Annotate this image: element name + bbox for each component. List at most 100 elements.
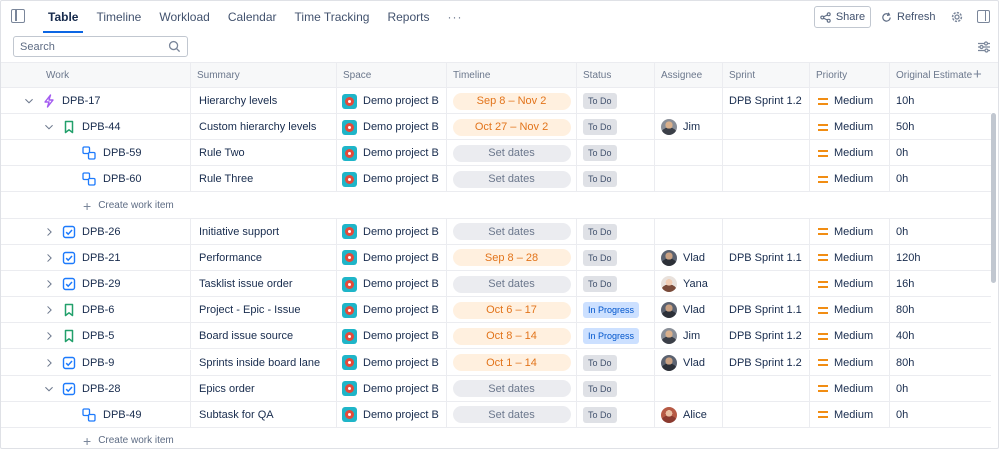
status-badge[interactable]: To Do (583, 249, 617, 266)
work-item-key[interactable]: DPB-21 (82, 245, 121, 271)
sprint-cell[interactable] (723, 218, 810, 245)
set-dates-button[interactable]: Set dates (452, 406, 571, 424)
column-header-assignee[interactable]: Assignee (655, 63, 723, 88)
space-cell[interactable]: Demo project B (337, 297, 447, 324)
tab-time-tracking[interactable]: Time Tracking (286, 1, 379, 33)
assignee-cell[interactable]: Jim (655, 114, 723, 141)
space-cell[interactable]: Demo project B (337, 323, 447, 350)
assignee-cell[interactable] (655, 166, 723, 193)
search-input[interactable]: Search (13, 36, 188, 57)
work-item-key[interactable]: DPB-44 (82, 114, 121, 140)
summary-cell[interactable]: Sprints inside board lane (191, 349, 337, 376)
tab-workload[interactable]: Workload (150, 1, 218, 33)
priority-cell[interactable]: Medium (810, 218, 890, 245)
timeline-date-range[interactable]: Oct 1 – 14 (452, 354, 571, 371)
assignee-cell[interactable] (655, 375, 723, 402)
space-cell[interactable]: Demo project B (337, 218, 447, 245)
sprint-cell[interactable]: DPB Sprint 1.2 (723, 323, 810, 350)
summary-cell[interactable]: Epics order (191, 375, 337, 402)
assignee-cell[interactable] (655, 140, 723, 167)
space-cell[interactable]: Demo project B (337, 271, 447, 298)
summary-cell[interactable]: Tasklist issue order (191, 271, 337, 298)
chevron-right-icon[interactable] (44, 305, 54, 315)
chevron-right-icon[interactable] (44, 279, 54, 289)
set-dates-button[interactable]: Set dates (452, 380, 571, 398)
work-item-key[interactable]: DPB-49 (103, 402, 142, 428)
priority-cell[interactable]: Medium (810, 88, 890, 114)
timeline-date-range[interactable]: Oct 6 – 17 (452, 301, 571, 319)
tab-table[interactable]: Table (39, 1, 87, 33)
add-column-icon[interactable]: + (973, 67, 982, 82)
priority-cell[interactable]: Medium (810, 244, 890, 271)
column-header-space[interactable]: Space (337, 63, 447, 88)
original-estimate-cell[interactable]: 0h (890, 166, 982, 192)
original-estimate-cell[interactable]: 0h (890, 402, 982, 428)
tab-more-menu[interactable]: ··· (438, 1, 471, 33)
column-header-priority[interactable]: Priority (810, 63, 890, 88)
set-dates-button[interactable]: Set dates (452, 144, 571, 162)
original-estimate-cell[interactable]: 0h (890, 219, 982, 245)
priority-cell[interactable]: Medium (810, 349, 890, 376)
status-badge[interactable]: To Do (583, 406, 617, 423)
assignee-cell[interactable]: Vlad (655, 349, 723, 376)
side-panel-icon[interactable] (977, 10, 990, 23)
work-item-key[interactable]: DPB-28 (82, 376, 121, 402)
priority-cell[interactable]: Medium (810, 375, 890, 402)
sprint-cell[interactable] (723, 166, 810, 193)
priority-cell[interactable]: Medium (810, 401, 890, 428)
work-item-key[interactable]: DPB-26 (82, 219, 121, 245)
original-estimate-cell[interactable]: 80h (890, 350, 982, 376)
priority-cell[interactable]: Medium (810, 114, 890, 141)
sprint-cell[interactable]: DPB Sprint 1.1 (723, 244, 810, 271)
column-header-original-estimate[interactable]: Original Estimate (890, 63, 972, 88)
work-item-key[interactable]: DPB-59 (103, 140, 142, 166)
tab-reports[interactable]: Reports (378, 1, 438, 33)
tab-calendar[interactable]: Calendar (219, 1, 286, 33)
summary-cell[interactable]: Hierarchy levels (191, 88, 337, 114)
set-dates-button[interactable]: Set dates (452, 223, 571, 241)
work-item-key[interactable]: DPB-60 (103, 166, 142, 192)
sprint-cell[interactable] (723, 375, 810, 402)
original-estimate-cell[interactable]: 40h (890, 323, 982, 349)
space-cell[interactable]: Demo project B (337, 166, 447, 193)
create-work-item-row[interactable]: + Create work item (1, 428, 991, 448)
status-badge[interactable]: To Do (583, 354, 617, 371)
column-header-work[interactable]: Work (1, 63, 191, 88)
space-cell[interactable]: Demo project B (337, 375, 447, 402)
column-header-timeline[interactable]: Timeline (447, 63, 577, 88)
work-item-key[interactable]: DPB-9 (82, 350, 114, 376)
gear-icon[interactable] (950, 10, 964, 24)
chevron-right-icon[interactable] (44, 358, 54, 368)
create-work-item-row[interactable]: + Create work item (1, 193, 991, 219)
assignee-cell[interactable] (655, 88, 723, 114)
sprint-cell[interactable]: DPB Sprint 1.2 (723, 88, 810, 114)
summary-cell[interactable]: Performance (191, 244, 337, 271)
original-estimate-cell[interactable]: 10h (890, 88, 982, 114)
priority-cell[interactable]: Medium (810, 140, 890, 167)
chevron-down-icon[interactable] (44, 384, 54, 394)
status-badge[interactable]: To Do (583, 93, 617, 109)
column-header-summary[interactable]: Summary (191, 63, 337, 88)
assignee-cell[interactable]: Vlad (655, 244, 723, 271)
space-cell[interactable]: Demo project B (337, 349, 447, 376)
vertical-scrollbar[interactable] (991, 113, 996, 283)
timeline-date-range[interactable]: Sep 8 – Nov 2 (452, 92, 571, 110)
priority-cell[interactable]: Medium (810, 323, 890, 350)
share-button[interactable]: Share (814, 6, 871, 28)
summary-cell[interactable]: Subtask for QA (191, 401, 337, 428)
summary-cell[interactable]: Board issue source (191, 323, 337, 350)
sprint-cell[interactable]: DPB Sprint 1.2 (723, 349, 810, 376)
timeline-date-range[interactable]: Oct 27 – Nov 2 (452, 118, 571, 136)
assignee-cell[interactable]: Yana (655, 271, 723, 298)
column-header-sprint[interactable]: Sprint (723, 63, 810, 88)
summary-cell[interactable]: Rule Three (191, 166, 337, 193)
sprint-cell[interactable] (723, 114, 810, 141)
sprint-cell[interactable] (723, 271, 810, 298)
tab-timeline[interactable]: Timeline (87, 1, 150, 33)
original-estimate-cell[interactable]: 120h (890, 245, 982, 271)
status-badge[interactable]: To Do (583, 171, 617, 188)
assignee-cell[interactable] (655, 218, 723, 245)
work-item-key[interactable]: DPB-17 (62, 88, 101, 114)
sprint-cell[interactable]: DPB Sprint 1.1 (723, 297, 810, 324)
filter-settings-icon[interactable] (977, 40, 991, 54)
